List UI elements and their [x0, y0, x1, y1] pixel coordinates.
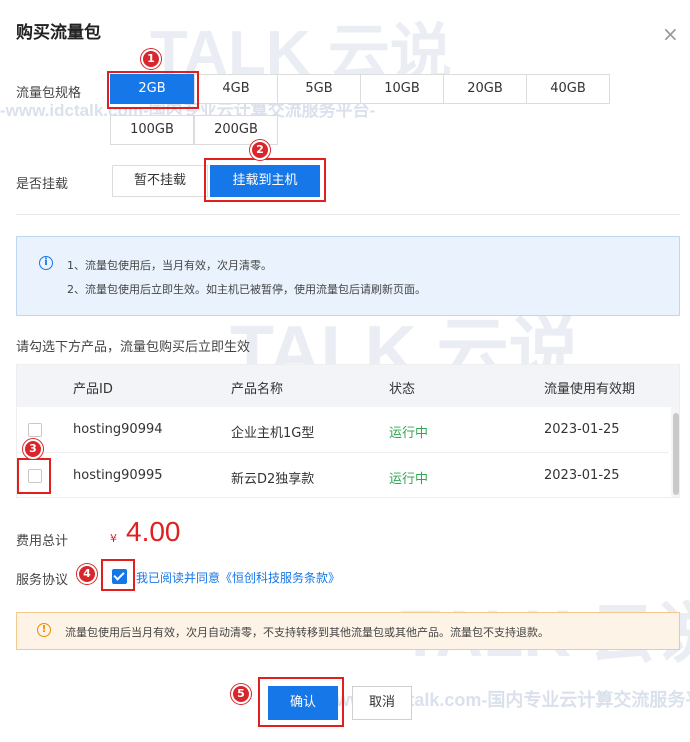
cell-status: 运行中 — [389, 426, 429, 441]
column-header-status: 状态 — [389, 382, 416, 397]
info-line-1: 1、流量包使用后，当月有效，次月清零。 — [67, 259, 272, 272]
highlight-row-checkbox — [17, 458, 51, 494]
table-row[interactable]: hosting90995 新云D2独享款 运行中 2023-01-25 — [17, 453, 669, 497]
cell-product-name: 企业主机1G型 — [231, 426, 315, 441]
product-table: 产品ID 产品名称 状态 流量使用有效期 hosting90994 企业主机1G… — [16, 364, 680, 498]
column-header-id: 产品ID — [73, 382, 113, 397]
step-marker-4: 4 — [77, 564, 97, 584]
cell-product-id: hosting90995 — [73, 468, 163, 483]
info-icon: i — [39, 256, 53, 270]
warning-text: 流量包使用后当月有效，次月自动清零，不支持转移到其他流量包或其他产品。流量包不支… — [65, 626, 549, 639]
highlight-spec — [107, 71, 199, 109]
spec-option-4gb[interactable]: 4GB — [194, 74, 278, 104]
cell-product-name: 新云D2独享款 — [231, 472, 315, 487]
column-header-name: 产品名称 — [231, 382, 284, 397]
highlight-mount — [204, 158, 326, 202]
warning-notice: ! 流量包使用后当月有效，次月自动清零，不支持转移到其他流量包或其他产品。流量包… — [16, 612, 680, 650]
highlight-confirm — [258, 677, 344, 727]
cell-status: 运行中 — [389, 472, 429, 487]
spec-option-20gb[interactable]: 20GB — [443, 74, 527, 104]
total-label: 费用总计 — [16, 534, 69, 549]
spec-option-100gb[interactable]: 100GB — [110, 115, 194, 145]
spec-label: 流量包规格 — [16, 86, 82, 101]
row-checkbox[interactable] — [28, 423, 42, 437]
spec-option-40gb[interactable]: 40GB — [526, 74, 610, 104]
info-notice: i 1、流量包使用后，当月有效，次月清零。 2、流量包使用后立即生效。如主机已被… — [16, 236, 680, 316]
product-hint: 请勾选下方产品，流量包购买后立即生效 — [16, 340, 251, 355]
cell-expiry: 2023-01-25 — [544, 422, 620, 437]
spec-option-200gb[interactable]: 200GB — [194, 115, 278, 145]
dialog-title: 购买流量包 — [16, 23, 101, 43]
mount-label: 是否挂载 — [16, 177, 69, 192]
cell-product-id: hosting90994 — [73, 422, 163, 437]
spec-option-10gb[interactable]: 10GB — [360, 74, 444, 104]
step-marker-2: 2 — [250, 140, 270, 160]
cell-expiry: 2023-01-25 — [544, 468, 620, 483]
mount-option-none[interactable]: 暂不挂载 — [112, 165, 208, 197]
spec-option-5gb[interactable]: 5GB — [277, 74, 361, 104]
step-marker-1: 1 — [141, 49, 161, 69]
table-header: 产品ID 产品名称 状态 流量使用有效期 — [17, 365, 679, 407]
agreement-label: 服务协议 — [16, 573, 69, 588]
table-row[interactable]: hosting90994 企业主机1G型 运行中 2023-01-25 — [17, 407, 669, 453]
close-icon[interactable]: × — [662, 24, 679, 44]
table-scrollbar-thumb[interactable] — [673, 413, 679, 495]
currency-symbol: ¥ — [110, 532, 117, 545]
divider — [16, 214, 680, 215]
highlight-agreement — [101, 559, 135, 591]
column-header-expiry: 流量使用有效期 — [544, 382, 636, 397]
cancel-button[interactable]: 取消 — [352, 686, 412, 720]
step-marker-5: 5 — [231, 684, 251, 704]
agreement-link[interactable]: 我已阅读并同意《恒创科技服务条款》 — [136, 569, 340, 586]
warning-icon: ! — [37, 623, 51, 637]
buy-traffic-dialog: TALK 云说 -www.idctalk.com-国内专业云计算交流服务平台- … — [0, 0, 690, 742]
total-amount: 4.00 — [126, 516, 181, 547]
info-line-2: 2、流量包使用后立即生效。如主机已被暂停，使用流量包后请刷新页面。 — [67, 283, 426, 296]
step-marker-3: 3 — [23, 439, 43, 459]
